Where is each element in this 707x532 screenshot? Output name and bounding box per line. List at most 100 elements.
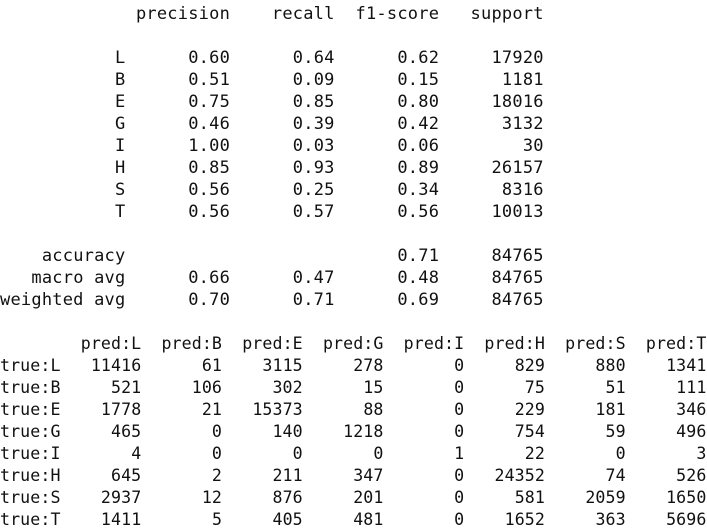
f1-value: 0.80 — [397, 92, 440, 112]
confusion-cell: 521 — [111, 378, 142, 397]
recall-value: 0.09 — [292, 70, 335, 90]
confusion-row-label: true:T — [0, 510, 61, 529]
report-row: B 0.51 0.09 0.15 1181 — [0, 69, 544, 91]
confusion-cell: 2937 — [100, 488, 142, 507]
f1-value: 0.71 — [397, 246, 440, 266]
confusion-row-label: true:H — [0, 466, 61, 485]
confusion-cell: 1411 — [100, 510, 142, 529]
confusion-cell: 278 — [353, 356, 384, 375]
confusion-cell: 75 — [524, 378, 545, 397]
report-header-row: precision recall f1-score support — [0, 3, 544, 25]
confusion-cell: 181 — [595, 400, 626, 419]
confusion-cell: 15 — [363, 378, 384, 397]
confusion-cell: 581 — [514, 488, 545, 507]
confusion-row-label: true:E — [0, 400, 61, 419]
recall-value: 0.03 — [292, 136, 335, 156]
precision-value: 0.70 — [188, 290, 231, 310]
confusion-cell: 106 — [191, 378, 223, 397]
report-class-label: B — [115, 70, 126, 90]
confusion-column-header: pred:E — [242, 334, 303, 353]
report-summary-row: weighted avg 0.70 0.71 0.69 84765 — [0, 289, 544, 311]
report-class-label: T — [115, 202, 126, 222]
confusion-cell: 0 — [454, 378, 465, 397]
f1-value: 0.15 — [397, 70, 440, 90]
precision-value: 0.56 — [188, 202, 231, 222]
recall-value: 0.47 — [292, 268, 335, 288]
report-summary-row: accuracy 0.71 84765 — [0, 245, 544, 267]
confusion-column-header: pred:G — [322, 334, 384, 353]
confusion-row: true:S 2937 12 876 201 0 581 2059 1650 — [0, 487, 706, 509]
confusion-cell: 21 — [201, 400, 223, 419]
confusion-cell: 0 — [211, 444, 223, 463]
confusion-column-header: pred:I — [403, 334, 465, 353]
confusion-row: true:I 4 0 0 0 1 22 0 3 — [0, 443, 706, 465]
f1-value: 0.56 — [397, 202, 440, 222]
support-value: 18016 — [491, 92, 544, 112]
confusion-column-header: pred:S — [565, 334, 626, 353]
confusion-row: true:B 521 106 302 15 0 75 51 111 — [0, 377, 706, 399]
precision-value: 0.56 — [188, 180, 231, 200]
confusion-row: true:T 1411 5 405 481 0 1652 363 5696 — [0, 509, 706, 531]
support-value: 17920 — [491, 48, 544, 68]
confusion-cell: 22 — [524, 444, 545, 463]
recall-value: 0.85 — [292, 92, 335, 112]
recall-value: 0.25 — [292, 180, 335, 200]
confusion-cell: 201 — [353, 488, 384, 507]
f1-value: 0.89 — [397, 158, 440, 178]
report-class-label: H — [115, 158, 126, 178]
confusion-column-header: pred:T — [645, 334, 707, 353]
recall-value: 0.39 — [292, 114, 335, 134]
confusion-matrix: pred:L pred:B pred:E pred:G pred:I pred:… — [0, 333, 706, 531]
precision-value: 0.66 — [188, 268, 231, 288]
confusion-row-label: true:L — [0, 356, 61, 375]
confusion-cell: 0 — [292, 444, 303, 463]
confusion-cell: 0 — [454, 422, 465, 441]
confusion-cell: 481 — [353, 510, 384, 529]
support-value: 30 — [522, 136, 544, 156]
precision-value: 0.75 — [188, 92, 231, 112]
f1-value: 0.48 — [397, 268, 440, 288]
confusion-row: true:H 645 2 211 347 0 24352 74 526 — [0, 465, 706, 487]
report-column-header: f1-score — [355, 4, 440, 24]
confusion-cell: 88 — [363, 400, 384, 419]
support-value: 84765 — [491, 290, 544, 310]
f1-value: 0.62 — [397, 48, 440, 68]
confusion-cell: 15373 — [252, 400, 303, 419]
confusion-row-label: true:B — [0, 378, 61, 397]
confusion-cell: 1 — [454, 444, 465, 463]
precision-value: 1.00 — [188, 136, 231, 156]
report-column-header: recall — [271, 4, 335, 24]
confusion-cell: 496 — [676, 422, 707, 441]
precision-value: 0.60 — [188, 48, 231, 68]
confusion-column-header: pred:H — [484, 334, 545, 353]
report-class-label: G — [115, 114, 126, 134]
confusion-cell: 0 — [373, 444, 384, 463]
confusion-cell: 302 — [272, 378, 303, 397]
summary-label: macro avg — [31, 268, 126, 288]
report-class-label: L — [115, 48, 126, 68]
confusion-column-header: pred:B — [161, 334, 223, 353]
recall-value: 0.64 — [292, 48, 335, 68]
report-row: T 0.56 0.57 0.56 10013 — [0, 201, 544, 223]
confusion-cell: 876 — [272, 488, 303, 507]
confusion-cell: 0 — [454, 356, 465, 375]
confusion-row: true:G 465 0 140 1218 0 754 59 496 — [0, 421, 706, 443]
report-column-header: support — [470, 4, 544, 24]
support-value: 8316 — [501, 180, 544, 200]
f1-value: 0.34 — [397, 180, 440, 200]
confusion-cell: 880 — [595, 356, 626, 375]
report-class-label: I — [115, 136, 126, 156]
confusion-row-label: true:S — [0, 488, 61, 507]
confusion-cell: 211 — [272, 466, 303, 485]
confusion-cell: 12 — [201, 488, 223, 507]
summary-label: weighted avg — [0, 290, 126, 310]
confusion-cell: 1341 — [666, 356, 707, 375]
support-value: 84765 — [491, 268, 544, 288]
confusion-cell: 526 — [676, 466, 707, 485]
confusion-cell: 11416 — [90, 356, 142, 375]
confusion-cell: 1650 — [666, 488, 707, 507]
confusion-cell: 51 — [605, 378, 626, 397]
confusion-cell: 0 — [615, 444, 626, 463]
